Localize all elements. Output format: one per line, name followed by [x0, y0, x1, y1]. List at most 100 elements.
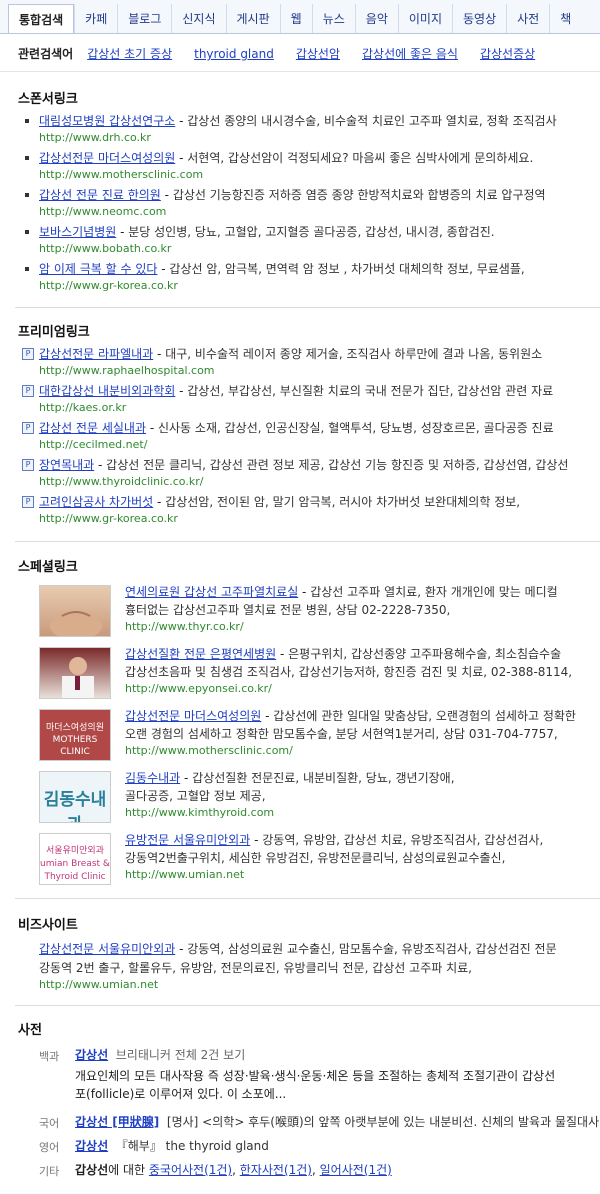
sponsor-url[interactable]: http://www.drh.co.kr [39, 130, 151, 146]
special-url[interactable]: http://www.epyonsei.co.kr/ [125, 681, 600, 697]
special-link[interactable]: 연세의료원 갑상선 고주파열치료실 [125, 585, 298, 599]
dict-prefix: 에 대한 [108, 1163, 149, 1177]
thumb-logo-text: 김동수내과 [43, 790, 107, 822]
tab-blog[interactable]: 블로그 [117, 4, 171, 33]
bizsite-desc: 강동역, 삼성의료원 교수출신, 맘모톰수술, 유방조직검사, 갑상선검진 전문 [187, 942, 557, 956]
special-url[interactable]: http://www.mothersclinic.com/ [125, 743, 600, 759]
tab-music[interactable]: 음악 [354, 4, 398, 33]
sponsor-url[interactable]: http://www.gr-korea.co.kr [39, 278, 178, 294]
page-icon: P [22, 459, 34, 471]
dict-korean-row: 갑상선 [甲狀腺] [명사] <의학> 후두(喉頭)의 앞쪽 아랫부분에 있는 … [75, 1113, 600, 1131]
thumbnail-neck-image[interactable] [39, 585, 111, 637]
premium-item: P 대한갑상선 내분비외과학회 - 갑상선, 부갑상선, 부신질환 치료의 국내… [0, 382, 600, 418]
related-link[interactable]: 갑상선증상 [480, 47, 535, 61]
bullet-icon [25, 230, 29, 234]
sponsor-item: 갑상선 전문 진료 한의원 - 갑상선 기능항진증 저하증 염증 종양 한방적치… [0, 186, 600, 222]
premium-desc: 갑상선 전문 클리닉, 갑상선 관련 정보 제공, 갑상선 기능 항진증 및 저… [106, 458, 569, 472]
premium-link[interactable]: 고려인삼공사 차가버섯 [39, 495, 153, 509]
sponsor-item: 대림성모병원 갑상선연구소 - 갑상선 종양의 내시경수술, 비수술적 치료인 … [0, 112, 600, 148]
special-link[interactable]: 갑상선전문 마더스여성의원 [125, 709, 261, 723]
dict-word-link[interactable]: 갑상선 [甲狀腺] [75, 1115, 159, 1129]
dict-word-link[interactable]: 갑상선 [75, 1048, 108, 1062]
premium-url[interactable]: http://www.thyroidclinic.co.kr/ [39, 474, 203, 490]
dict-encyclopedia-row: 갑상선 브리태니커 전체 2건 보기 [75, 1046, 600, 1064]
premium-item: P 장연목내과 - 갑상선 전문 클리닉, 갑상선 관련 정보 제공, 갑상선 … [0, 456, 600, 492]
special-link[interactable]: 유방전문 서울유미안외과 [125, 833, 250, 847]
premium-link[interactable]: 장연목내과 [39, 458, 94, 472]
special-section-title: 스페셜링크 [18, 560, 78, 575]
tab-knowledge[interactable]: 신지식 [171, 4, 225, 33]
premium-url[interactable]: http://cecilmed.net/ [39, 437, 147, 453]
special-desc-line2: 흉터없는 갑상선고주파 열치료 전문 병원, 상담 02-2228-7350, [125, 603, 451, 617]
sponsor-desc: 서현역, 갑상선암이 걱정되세요? 마음씨 좋은 심박사에게 문의하세요. [187, 151, 534, 165]
special-desc: 갑상선에 관한 일대일 맞춤상담, 오랜경험의 섬세하고 정확한 [273, 709, 576, 723]
premium-desc: 갑상선암, 전이된 암, 말기 암극복, 러시아 차가버섯 보완대체의학 정보, [165, 495, 521, 509]
sponsor-link[interactable]: 대림성모병원 갑상선연구소 [39, 114, 175, 128]
sponsor-url[interactable]: http://www.bobath.co.kr [39, 241, 171, 257]
premium-link[interactable]: 갑상선 전문 세실내과 [39, 421, 146, 435]
dict-hanja-link[interactable]: 한자사전(1건) [240, 1163, 312, 1177]
thumbnail-kimdongsu-logo[interactable]: 김동수내과 [39, 771, 111, 823]
dict-label: 기타 [39, 1165, 60, 1178]
special-desc-line2: 갑상선초음파 및 침생검 조직검사, 갑상선기능저하, 항진증 검진 및 치료,… [125, 665, 573, 679]
bizsite-url[interactable]: http://www.umian.net [39, 977, 158, 993]
bullet-icon [25, 119, 29, 123]
sponsor-url[interactable]: http://www.mothersclinic.com [39, 167, 203, 183]
sponsor-desc: 갑상선 암, 암극복, 면역력 암 정보 , 차가버섯 대체의학 정보, 무료샘… [169, 262, 525, 276]
special-desc: 은평구위치, 갑상선종양 고주파용해수술, 최소침습수술 [288, 647, 562, 661]
dictionary-section-title: 사전 [18, 1023, 42, 1038]
dict-word: 갑상선 [75, 1163, 109, 1177]
dict-definition: 『해부』 the thyroid gland [115, 1139, 269, 1153]
sponsor-link[interactable]: 암 이제 극복 할 수 있다 [39, 262, 157, 276]
tab-board[interactable]: 게시판 [225, 4, 280, 33]
special-link[interactable]: 김동수내과 [125, 771, 180, 785]
special-desc-line2: 강동역2번출구위치, 세심한 유방검진, 유방전문클리닉, 삼성의료원교수출신, [125, 851, 506, 865]
dict-encyclopedia-text: 개요인체의 모든 대사작용 즉 성장·발육·생식·운동·체온 등을 조절하는 총… [75, 1069, 556, 1083]
dict-word-link[interactable]: 갑상선 [75, 1139, 108, 1153]
page-icon: P [22, 348, 34, 360]
related-link[interactable]: 갑상선에 좋은 음식 [362, 47, 458, 61]
related-label: 관련검색어 [18, 47, 74, 61]
dict-japanese-link[interactable]: 일어사전(1건) [320, 1163, 392, 1177]
thumbnail-umian-logo[interactable]: 서울유미안외과 umian Breast & Thyroid Clinic [39, 833, 111, 885]
tab-image[interactable]: 이미지 [397, 4, 452, 33]
special-url[interactable]: http://www.kimthyroid.com [125, 805, 600, 821]
sponsor-link[interactable]: 갑상선전문 마더스여성의원 [39, 151, 175, 165]
related-link[interactable]: thyroid gland [194, 47, 274, 61]
tab-video[interactable]: 동영상 [452, 4, 506, 33]
related-link[interactable]: 갑상선암 [296, 47, 340, 61]
bizsite-section-title: 비즈사이트 [18, 918, 78, 933]
premium-url[interactable]: http://www.raphaelhospital.com [39, 363, 215, 379]
tab-integrated[interactable]: 통합검색 [8, 4, 75, 33]
premium-link[interactable]: 갑상선전문 라파엘내과 [39, 347, 153, 361]
tab-book[interactable]: 책 [549, 4, 581, 33]
tab-cafe[interactable]: 카페 [74, 4, 117, 33]
sponsor-item: 보바스기념병원 - 분당 성인병, 당뇨, 고혈압, 고지혈증 골다공증, 갑상… [0, 223, 600, 259]
thumbnail-doctor-image[interactable] [39, 647, 111, 699]
special-desc-line2: 오랜 경험의 섬세하고 정확한 맘모톰수술, 분당 서현역1분거리, 상담 03… [125, 727, 558, 741]
special-link[interactable]: 갑상선질환 전문 은평연세병원 [125, 647, 276, 661]
related-link[interactable]: 갑상선 초기 증상 [87, 47, 172, 61]
special-item: 갑상선전문 마더스여성의원 - 갑상선에 관한 일대일 맞춤상담, 오랜경험의 … [125, 707, 600, 759]
special-desc: 갑상선질환 전문진료, 내분비질환, 당뇨, 갱년기장애, [192, 771, 455, 785]
sponsor-url[interactable]: http://www.neomc.com [39, 204, 166, 220]
premium-item: P 갑상선 전문 세실내과 - 신사동 소재, 갑상선, 인공신장실, 혈액투석… [0, 419, 600, 455]
sponsor-link[interactable]: 보바스기념병원 [39, 225, 116, 239]
premium-url[interactable]: http://kaes.or.kr [39, 400, 126, 416]
dict-extra[interactable]: 브리태니커 전체 2건 보기 [116, 1048, 245, 1062]
bizsite-link[interactable]: 갑상선전문 서울유미안외과 [39, 942, 175, 956]
premium-link[interactable]: 대한갑상선 내분비외과학회 [39, 384, 175, 398]
special-url[interactable]: http://www.umian.net [125, 867, 600, 883]
tab-news[interactable]: 뉴스 [311, 4, 355, 33]
sponsor-link[interactable]: 갑상선 전문 진료 한의원 [39, 188, 161, 202]
dict-chinese-link[interactable]: 중국어사전(1건) [149, 1163, 232, 1177]
tab-dictionary[interactable]: 사전 [506, 4, 549, 33]
sponsor-desc: 갑상선 기능항진증 저하증 염증 종양 한방적치료와 합병증의 치료 압구정역 [172, 188, 546, 202]
special-url[interactable]: http://www.thyr.co.kr/ [125, 619, 600, 635]
sponsor-section-title: 스폰서링크 [18, 92, 78, 107]
tab-web[interactable]: 웹 [279, 4, 312, 33]
thumb-logo-text: 마더스여성의원 MOTHERS CLINIC [46, 723, 104, 757]
thumbnail-mothers-clinic-logo[interactable]: 마더스여성의원 MOTHERS CLINIC [39, 709, 111, 761]
premium-url[interactable]: http://www.gr-korea.co.kr [39, 511, 178, 527]
bizsite-item: 갑상선전문 서울유미안외과 - 강동역, 삼성의료원 교수출신, 맘모톰수술, … [39, 942, 557, 993]
